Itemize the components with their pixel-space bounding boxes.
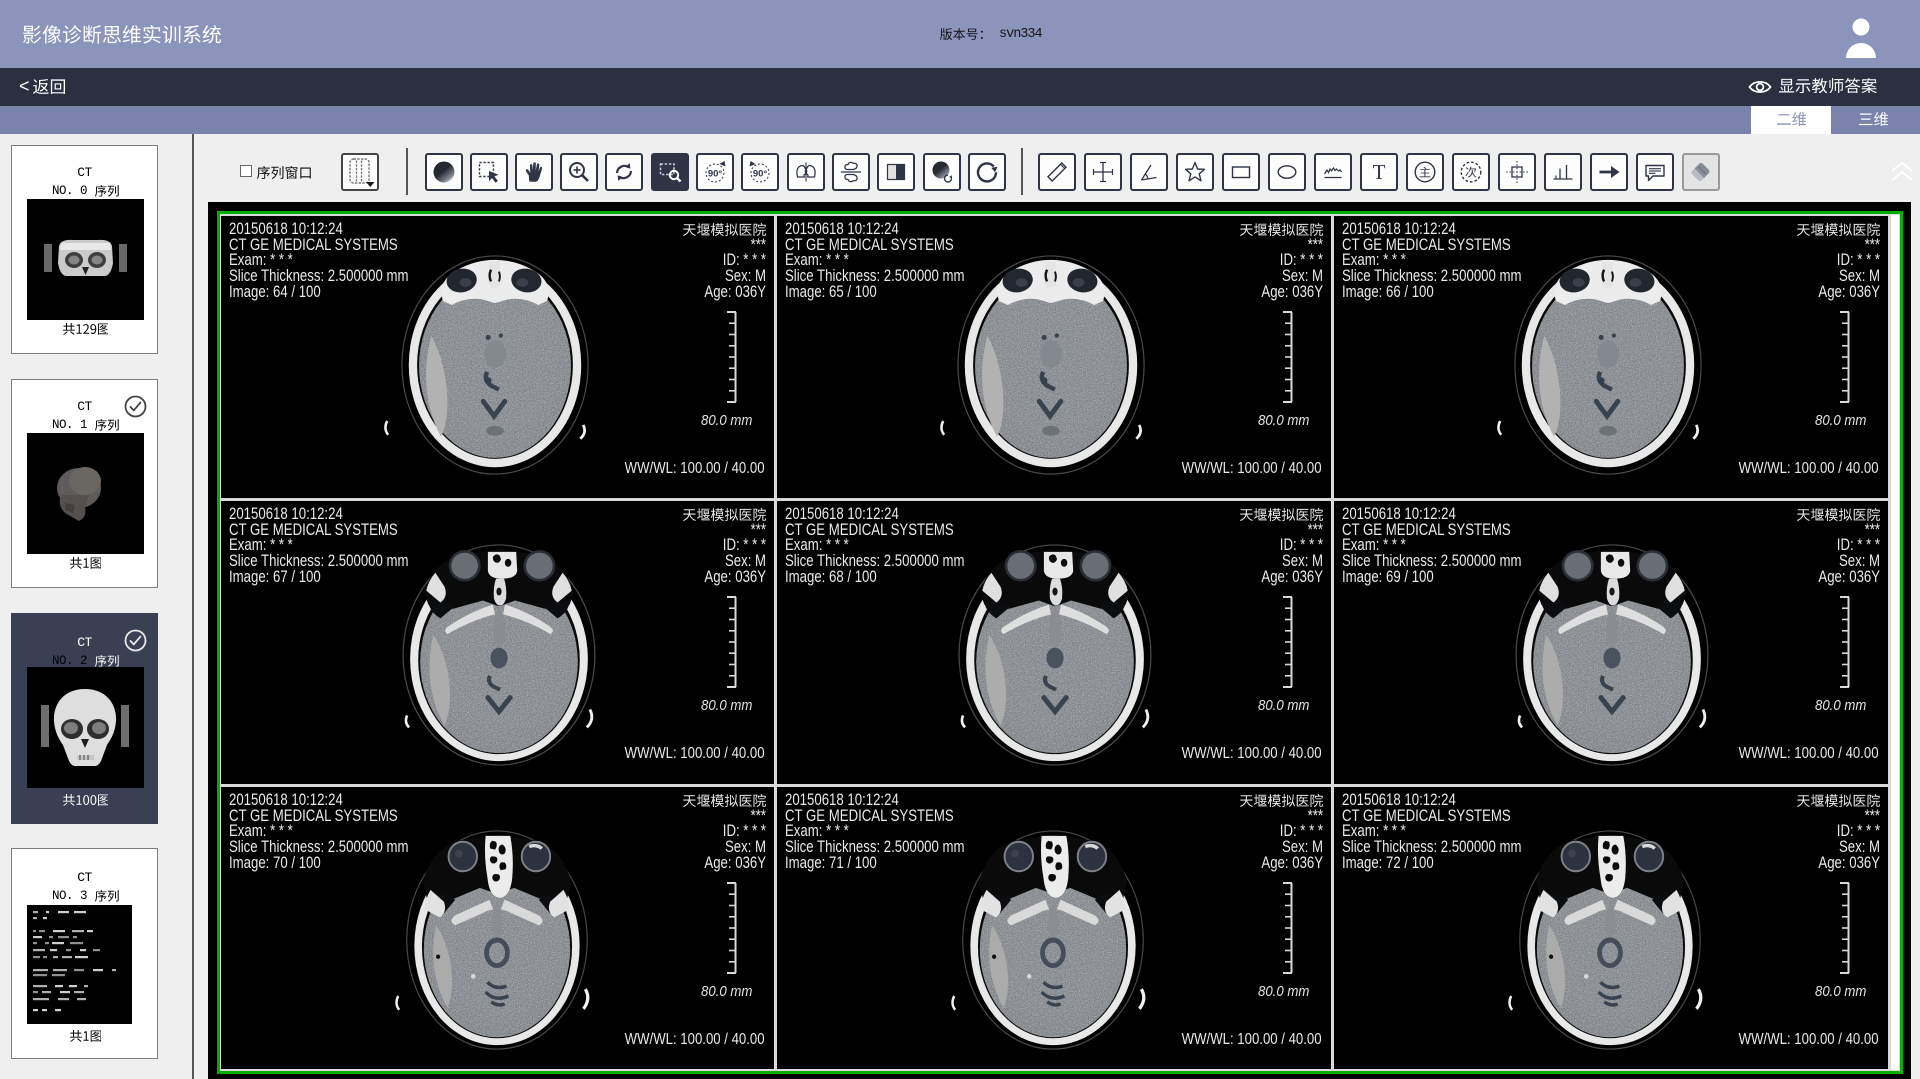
svg-text:T: T — [1373, 160, 1386, 184]
svg-text:90°: 90° — [708, 169, 723, 180]
svg-text:90°: 90° — [753, 169, 768, 180]
